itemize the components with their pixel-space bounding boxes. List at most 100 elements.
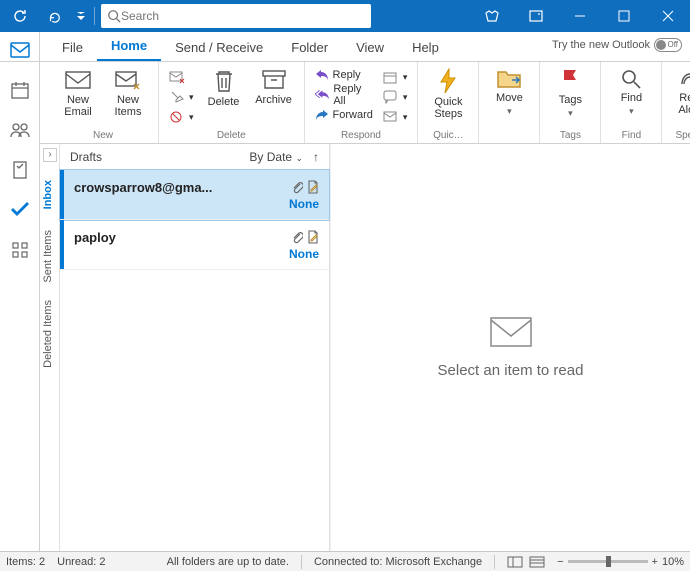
reply-all-button[interactable]: Reply All <box>313 86 375 104</box>
new-items-button[interactable]: New Items <box>106 66 150 118</box>
group-delete-label: Delete <box>167 130 296 143</box>
toggle-off-icon[interactable]: Off <box>654 38 682 52</box>
todo-rail-icon[interactable] <box>6 198 34 222</box>
meeting-button[interactable]: ▾ <box>381 68 410 86</box>
group-tags-label: Tags <box>548 130 592 143</box>
reading-prompt: Select an item to read <box>438 362 584 379</box>
message-item[interactable]: crowsparrow8@gma... None <box>60 170 329 220</box>
title-bar <box>0 0 690 32</box>
minimize-button[interactable] <box>558 0 602 32</box>
new-items-label: New Items <box>115 94 142 118</box>
cleanup-button[interactable]: ▾ <box>167 88 196 106</box>
premium-icon[interactable] <box>470 0 514 32</box>
maximize-button[interactable] <box>602 0 646 32</box>
message-list: Drafts By Date ⌄ ↑ crowsparrow8@gma... N… <box>60 144 330 551</box>
zoom-out-icon[interactable]: − <box>557 556 563 568</box>
search-box[interactable] <box>101 4 371 28</box>
broom-icon <box>169 90 185 104</box>
share-button[interactable]: ▾ <box>381 88 410 106</box>
group-speech: Read Aloud Speech <box>662 62 690 143</box>
tab-file[interactable]: File <box>48 34 97 61</box>
folder-title: Drafts <box>70 150 102 164</box>
reply-button[interactable]: Reply <box>313 66 375 84</box>
folder-bar: › Inbox Sent Items Deleted Items <box>40 144 60 551</box>
more-rail-icon[interactable] <box>6 238 34 262</box>
folder-inbox[interactable]: Inbox <box>42 174 58 215</box>
search-input[interactable] <box>121 9 365 23</box>
close-button[interactable] <box>646 0 690 32</box>
undo-icon[interactable] <box>40 2 68 30</box>
delete-label: Delete <box>208 96 240 108</box>
status-items: Items: 2 <box>6 556 45 568</box>
archive-button[interactable]: Archive <box>252 66 296 106</box>
find-label: Find <box>621 92 642 104</box>
group-delete: ▾ ▾ Delete Archive Delete <box>159 62 305 143</box>
folder-deleted[interactable]: Deleted Items <box>42 294 58 374</box>
read-aloud-label: Read Aloud <box>678 92 690 116</box>
try-new-outlook[interactable]: Try the new Outlook Off <box>552 38 682 52</box>
ribbon: New Email New Items New ▾ ▾ Delete Archi… <box>0 62 690 144</box>
more-icon <box>383 110 399 124</box>
forward-button[interactable]: Forward <box>313 106 375 124</box>
folder-sent[interactable]: Sent Items <box>42 224 58 289</box>
tags-label: Tags <box>559 94 582 106</box>
group-move: Move ▾ <box>479 62 540 143</box>
tab-help[interactable]: Help <box>398 34 453 61</box>
delete-button[interactable]: Delete <box>202 66 246 108</box>
read-aloud-button[interactable]: Read Aloud <box>670 66 690 116</box>
lightning-icon <box>437 68 459 94</box>
ribbon-tabs: File Home Send / Receive Folder View Hel… <box>0 32 690 62</box>
view-normal-icon[interactable] <box>507 556 523 568</box>
quick-steps-button[interactable]: Quick Steps <box>426 66 470 120</box>
tags-button[interactable]: Tags ▾ <box>548 66 592 119</box>
tab-view[interactable]: View <box>342 34 398 61</box>
tab-home[interactable]: Home <box>97 32 161 61</box>
ignore-button[interactable] <box>167 68 196 86</box>
message-from: crowsparrow8@gma... <box>74 180 212 195</box>
qat-dropdown-icon[interactable] <box>74 2 88 30</box>
junk-button[interactable]: ▾ <box>167 108 196 126</box>
status-connection: Connected to: Microsoft Exchange <box>314 556 482 568</box>
new-email-button[interactable]: New Email <box>56 66 100 118</box>
expand-folder-pane-button[interactable]: › <box>43 148 57 162</box>
message-item[interactable]: paploy None <box>60 220 329 270</box>
archive-icon <box>261 68 287 92</box>
status-bar: Items: 2 Unread: 2 All folders are up to… <box>0 551 690 571</box>
folder-move-icon <box>496 68 522 90</box>
group-tags: Tags ▾ Tags <box>540 62 601 143</box>
message-category: None <box>74 247 319 261</box>
new-email-label: New Email <box>64 94 92 118</box>
magnifier-icon <box>620 68 642 90</box>
group-find: Find ▾ Find <box>601 62 662 143</box>
view-reading-icon[interactable] <box>529 556 545 568</box>
ribbon-display-icon[interactable] <box>514 0 558 32</box>
more-respond-button[interactable]: ▾ <box>381 108 410 126</box>
refresh-icon[interactable] <box>6 2 34 30</box>
sort-button[interactable]: By Date ⌄ ↑ <box>249 150 319 164</box>
status-unread: Unread: 2 <box>57 556 105 568</box>
work-area: › Inbox Sent Items Deleted Items Drafts … <box>40 144 690 551</box>
find-button[interactable]: Find ▾ <box>609 66 653 117</box>
people-rail-icon[interactable] <box>6 118 34 142</box>
flag-icon <box>560 68 580 92</box>
draft-icon <box>307 230 319 245</box>
archive-label: Archive <box>255 94 292 106</box>
group-quick: Quick Steps Quic… <box>418 62 479 143</box>
zoom-in-icon[interactable]: + <box>652 556 658 568</box>
tasks-rail-icon[interactable] <box>6 158 34 182</box>
message-list-header: Drafts By Date ⌄ ↑ <box>60 144 329 170</box>
envelope-icon <box>64 68 92 92</box>
group-new-label: New <box>56 130 150 143</box>
chevron-down-icon: ⌄ <box>295 153 303 163</box>
left-rail <box>0 32 40 551</box>
calendar-rail-icon[interactable] <box>6 78 34 102</box>
move-button[interactable]: Move ▾ <box>487 66 531 117</box>
group-new: New Email New Items New <box>48 62 159 143</box>
reply-icon <box>315 69 329 81</box>
tab-send-receive[interactable]: Send / Receive <box>161 34 277 61</box>
tab-folder[interactable]: Folder <box>277 34 342 61</box>
sort-arrow-icon: ↑ <box>313 150 319 164</box>
envelope-large-icon <box>489 316 533 348</box>
read-aloud-icon <box>679 68 690 90</box>
zoom-slider[interactable]: − + 10% <box>557 556 684 568</box>
